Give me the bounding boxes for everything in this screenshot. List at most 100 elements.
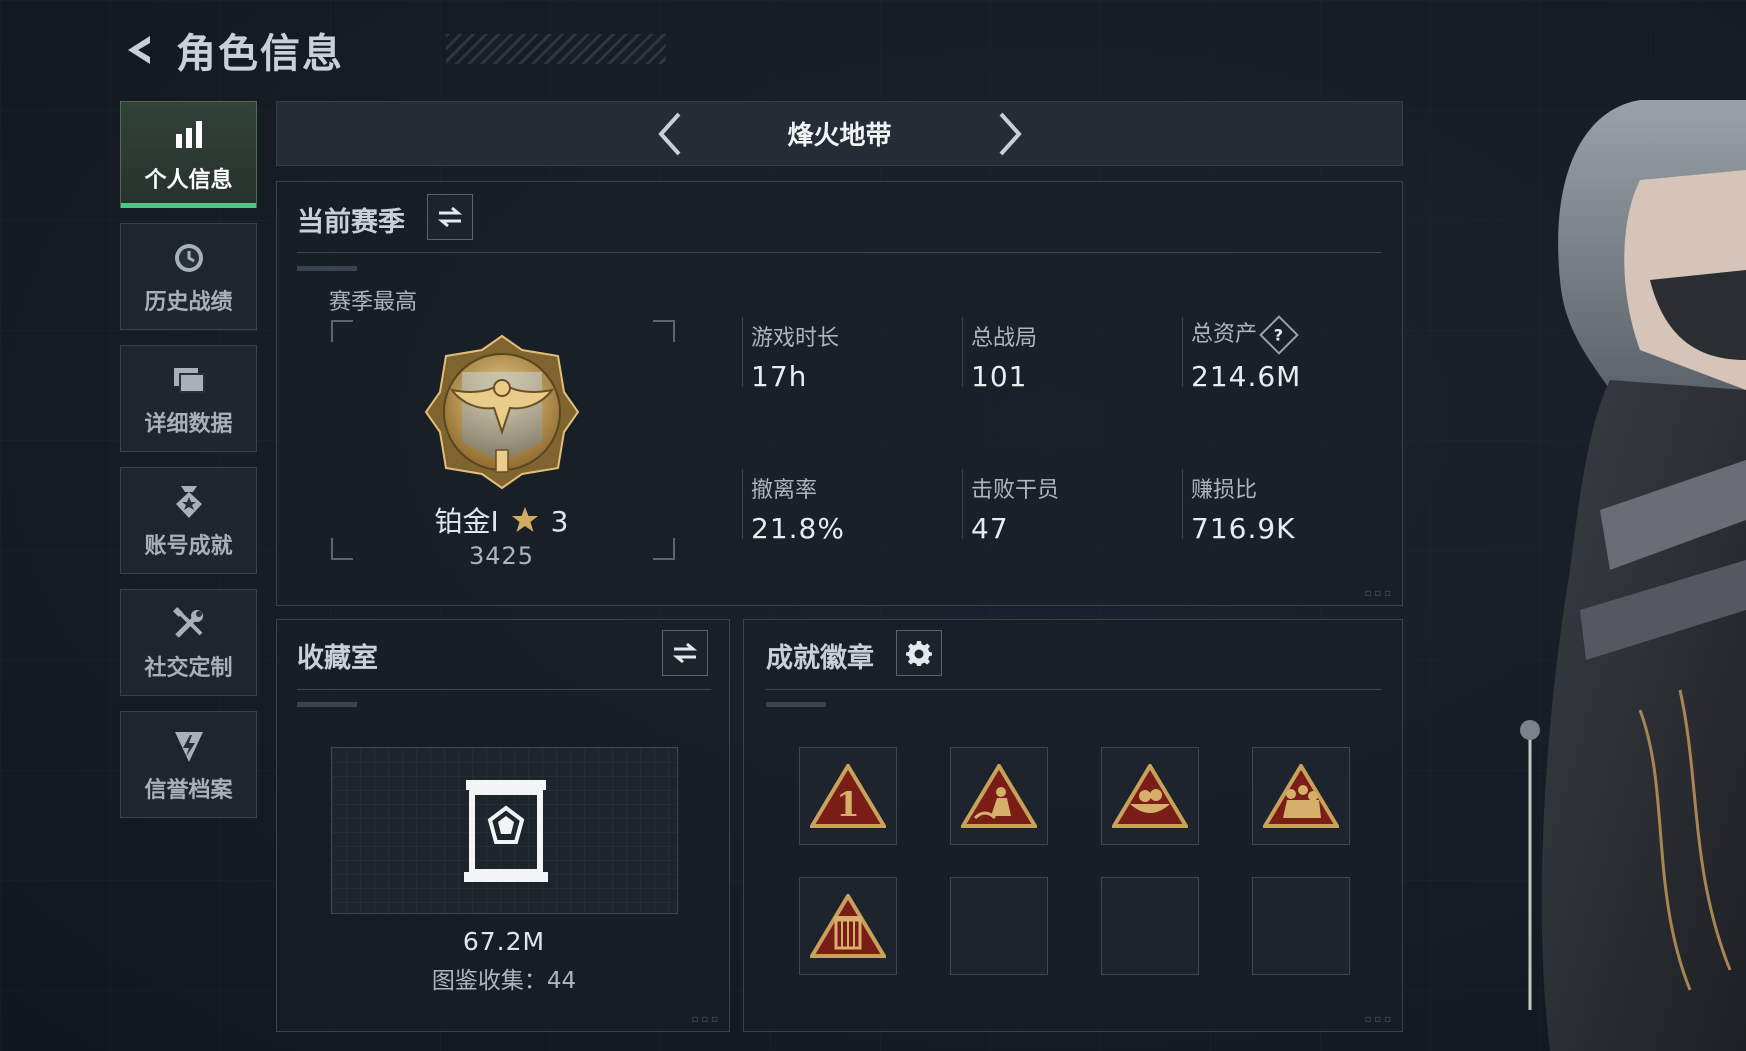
stat-label-text: 总资产 (1191, 322, 1258, 347)
sidebar-item-personal-info[interactable]: 个人信息 (120, 101, 257, 208)
corner-decoration: ▫▫▫ (691, 1014, 721, 1025)
season-panel: 当前赛季 赛季最高 铂金Ⅰ 3 3425 游戏时长 17h 总战局 101 总资… (276, 181, 1403, 606)
sidebar-item-detailed-data[interactable]: 详细数据 (120, 345, 257, 452)
badge-worker-icon (961, 764, 1037, 828)
shield-bolt-icon (169, 726, 209, 766)
divider-accent (297, 702, 357, 707)
clock-history-icon (169, 238, 209, 278)
stat-value-profit-ratio: 716.9K (1191, 512, 1296, 545)
swap-arrows-icon (672, 642, 698, 664)
stat-label-operator-kills: 击败干员 (971, 478, 1060, 503)
catalog-count: 44 (546, 968, 577, 994)
sidebar-item-label: 信誉档案 (144, 777, 233, 803)
sidebar-item-achievements[interactable]: 账号成就 (120, 467, 257, 574)
season-divider (297, 252, 1382, 253)
achievement-divider (766, 689, 1382, 690)
sidebar-nav: 个人信息 历史战绩 详细数据 账号成就 社交定制 信誉档案 (120, 101, 257, 833)
swap-arrows-icon (437, 206, 463, 228)
rank-name: 铂金Ⅰ (434, 505, 499, 538)
rank-stars: 3 (550, 505, 569, 538)
badge-slot-empty[interactable] (1252, 877, 1350, 975)
sidebar-item-match-history[interactable]: 历史战绩 (120, 223, 257, 330)
wrench-screwdriver-icon (169, 604, 209, 644)
badge-slot-2[interactable] (950, 747, 1048, 845)
mode-name: 烽火地带 (787, 121, 892, 151)
stat-value-operator-kills: 47 (971, 512, 1009, 545)
gear-icon (906, 641, 932, 666)
badge-slot-3[interactable] (1101, 747, 1199, 845)
badge-boat-icon (1112, 764, 1188, 828)
sidebar-item-label: 详细数据 (144, 411, 233, 437)
stat-value-extract-rate: 21.8% (751, 512, 845, 545)
collection-value: 67.2M (462, 927, 546, 956)
stat-label-extract-rate: 撤离率 (751, 478, 818, 503)
star-icon (511, 507, 538, 532)
collection-switch-button[interactable] (662, 630, 708, 676)
sidebar-item-label: 个人信息 (144, 167, 233, 193)
frame-corner (331, 320, 353, 342)
badge-slot-1[interactable]: 1 (799, 747, 897, 845)
badge-number-one-icon: 1 (810, 764, 886, 828)
stat-separator (1182, 317, 1183, 387)
chevron-left-icon (657, 112, 680, 155)
sidebar-item-social-custom[interactable]: 社交定制 (120, 589, 257, 696)
back-arrow-icon (128, 36, 150, 64)
badge-slot-empty[interactable] (950, 877, 1048, 975)
rank-score: 3425 (468, 542, 535, 570)
catalog-line: 图鉴收集：44 (277, 961, 731, 995)
platinum-rank-emblem-icon (424, 334, 580, 490)
sidebar-item-credit-record[interactable]: 信誉档案 (120, 711, 257, 818)
collection-panel: 收藏室 67.2M 图鉴收集：44 ▫▫▫ (276, 619, 730, 1032)
season-switch-button[interactable] (427, 194, 473, 240)
season-title: 当前赛季 (297, 207, 405, 238)
sidebar-item-label: 社交定制 (144, 655, 233, 681)
badge-slot-empty[interactable] (1101, 877, 1199, 975)
achievement-title: 成就徽章 (766, 643, 874, 674)
badge-slot-5[interactable] (799, 877, 897, 975)
stat-separator (962, 469, 963, 539)
folder-icon (169, 360, 209, 400)
stat-separator (962, 317, 963, 387)
sidebar-item-label: 历史战绩 (144, 289, 233, 315)
character-portrait (1520, 100, 1746, 1051)
next-mode-button[interactable] (990, 109, 1030, 159)
stat-separator (742, 317, 743, 387)
corner-decoration: ▫▫▫ (1364, 1014, 1394, 1025)
collection-divider (297, 689, 711, 690)
corner-decoration: ▫▫▫ (1364, 588, 1394, 599)
sidebar-item-label: 账号成就 (144, 533, 233, 559)
badge-cage-icon (810, 894, 886, 958)
collection-preview[interactable] (331, 747, 678, 914)
back-button[interactable] (116, 26, 164, 74)
badge-text: 1 (836, 785, 860, 825)
help-button[interactable]: ? (1259, 315, 1299, 355)
stat-value-playtime: 17h (751, 360, 808, 393)
title-decoration (446, 34, 666, 64)
stat-label-playtime: 游戏时长 (751, 326, 840, 351)
catalog-label: 图鉴收集： (431, 968, 547, 994)
achievement-panel: 成就徽章 1 ▫▫▫ (743, 619, 1403, 1032)
prev-mode-button[interactable] (650, 109, 690, 159)
rank-line: 铂金Ⅰ 3 (329, 500, 674, 540)
stat-label-total-assets: 总资产? (1191, 315, 1299, 355)
page-title: 角色信息 (176, 31, 344, 77)
achievement-settings-button[interactable] (896, 630, 942, 676)
stat-value-total-assets: 214.6M (1191, 360, 1302, 393)
badge-slot-4[interactable] (1252, 747, 1350, 845)
badge-squad-icon (1263, 764, 1339, 828)
frame-corner (653, 320, 675, 342)
stat-label-profit-ratio: 赚损比 (1191, 478, 1258, 503)
display-case-icon (464, 780, 548, 882)
mode-switcher: 烽火地带 (276, 101, 1403, 166)
stat-label-total-matches: 总战局 (971, 326, 1038, 351)
divider-accent (766, 702, 826, 707)
divider-accent (297, 266, 357, 271)
stat-separator (742, 469, 743, 539)
chevron-right-icon (999, 112, 1022, 155)
stat-separator (1182, 469, 1183, 539)
page-header: 角色信息 (116, 20, 666, 80)
bar-chart-icon (169, 116, 209, 156)
stat-value-total-matches: 101 (971, 360, 1028, 393)
question-icon: ? (1274, 325, 1284, 345)
collection-title: 收藏室 (297, 643, 378, 674)
